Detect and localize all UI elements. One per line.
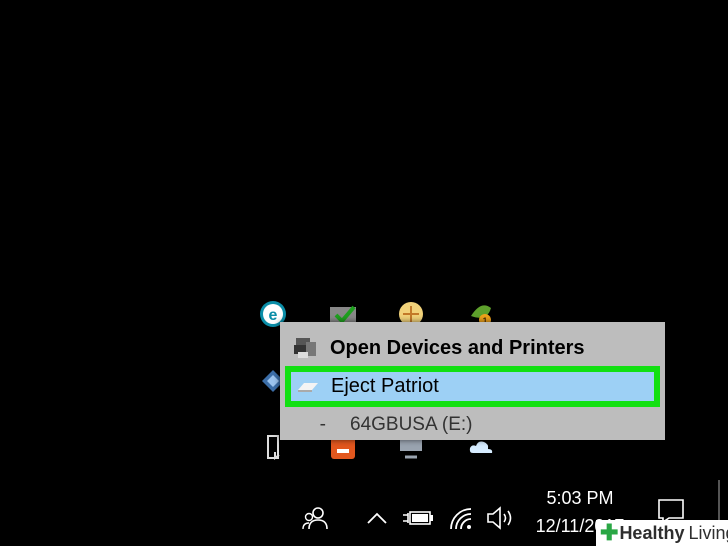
menu-item-label: 64GBUSA (E:) (350, 414, 473, 435)
drive-dash: - (319, 414, 326, 435)
svg-text:e: e (269, 307, 278, 324)
battery-charging-icon[interactable] (402, 490, 434, 546)
volume-icon[interactable] (484, 490, 516, 546)
wifi-icon[interactable] (446, 490, 476, 546)
menu-item-label: Open Devices and Printers (330, 336, 585, 359)
watermark-logo: ✚ Healthy Living (596, 520, 728, 546)
clock-time: 5:03 PM (546, 488, 614, 508)
menu-item-label: Eject Patriot (331, 375, 439, 397)
printer-icon (280, 336, 330, 360)
plus-icon: ✚ (600, 520, 619, 545)
usb-drive-icon (285, 380, 331, 394)
watermark-rest: Living (688, 522, 728, 543)
context-menu: Open Devices and Printers Eject Patriot … (280, 322, 665, 440)
menu-item-eject-patriot[interactable]: Eject Patriot (285, 366, 660, 407)
menu-item-open-devices-and-printers[interactable]: Open Devices and Printers (280, 328, 665, 368)
watermark-bold: Healthy (619, 522, 685, 543)
menu-item-drive-64gbusa[interactable]: - 64GBUSA (E:) (280, 410, 665, 440)
people-icon[interactable] (298, 490, 332, 546)
show-hidden-icons-chevron-icon[interactable] (363, 490, 391, 546)
